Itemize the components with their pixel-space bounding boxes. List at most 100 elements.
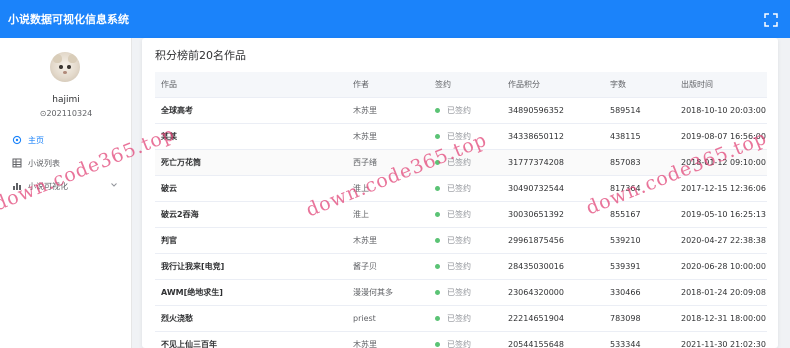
table-row[interactable]: 烈火浇愁 priest 已签约 22214651904 783098 2018-… [155, 306, 767, 332]
user-id: ⊙202110324 [39, 109, 93, 118]
novel-title: 死亡万花筒 [161, 158, 201, 167]
publish-time: 2018-12-31 18:00:00 [681, 314, 766, 323]
publish-time: 2019-08-07 16:56:00 [681, 132, 766, 141]
publish-time: 2021-11-30 21:02:30 [681, 340, 766, 348]
sign-status: 已签约 [435, 332, 505, 348]
sidebar-item-label: 主页 [28, 136, 44, 145]
publish-time: 2017-12-15 12:36:06 [681, 184, 766, 193]
novel-author: 酱子贝 [353, 262, 377, 271]
novel-score: 34338650112 [508, 132, 564, 141]
novel-words: 783098 [610, 314, 641, 323]
table-row[interactable]: 不见上仙三百年 木苏里 已签约 20544155648 533344 2021-… [155, 332, 767, 348]
sidebar-item-novel-viz[interactable]: 小说可视化 [0, 176, 132, 196]
novel-score: 23064320000 [508, 288, 564, 297]
novel-score: 22214651904 [508, 314, 564, 323]
status-dot-icon [435, 133, 440, 139]
novel-score: 30030651392 [508, 210, 564, 219]
column-header-sign[interactable]: 签约 [435, 72, 505, 98]
sign-status: 已签约 [435, 176, 505, 202]
novel-words: 438115 [610, 132, 641, 141]
table-row[interactable]: 我行让我来[电竞] 酱子贝 已签约 28435030016 539391 202… [155, 254, 767, 280]
novel-score: 31777374208 [508, 158, 564, 167]
novel-title: 全球高考 [161, 106, 193, 115]
column-header-title[interactable]: 作品 [161, 72, 346, 98]
novel-words: 589514 [610, 106, 641, 115]
novel-author: priest [353, 314, 376, 323]
table-row[interactable]: 全球高考 木苏里 已签约 34890596352 589514 2018-10-… [155, 98, 767, 124]
status-dot-icon [435, 237, 440, 243]
table-row[interactable]: 破云2吞海 淮上 已签约 30030651392 855167 2019-05-… [155, 202, 767, 228]
app-title: 小说数据可视化信息系统 [8, 13, 129, 26]
publish-time: 2020-06-28 10:00:00 [681, 262, 766, 271]
sign-status: 已签约 [435, 98, 505, 124]
avatar[interactable] [50, 52, 80, 82]
sidebar-item-label: 小说列表 [28, 159, 60, 168]
novel-author: 木苏里 [353, 132, 377, 141]
table-header-row: 作品 作者 签约 作品积分 字数 出版时间 [155, 72, 767, 98]
novel-title: 破云2吞海 [161, 210, 199, 219]
novel-score: 34890596352 [508, 106, 564, 115]
novel-author: 西子绪 [353, 158, 377, 167]
novel-title: AWM[绝地求生] [161, 288, 223, 297]
status-dot-icon [435, 185, 440, 191]
sign-status: 已签约 [435, 254, 505, 280]
novel-score: 29961875456 [508, 236, 564, 245]
column-header-time[interactable]: 出版时间 [681, 72, 769, 98]
novel-title: 我行让我来[电竞] [161, 262, 225, 271]
column-header-author[interactable]: 作者 [353, 72, 433, 98]
table-row[interactable]: 死亡万花筒 西子绪 已签约 31777374208 857083 2018-01… [155, 150, 767, 176]
grid-list-icon [12, 158, 22, 168]
sidebar-item-label: 小说可视化 [28, 182, 68, 191]
novel-score: 20544155648 [508, 340, 564, 348]
novel-author: 淮上 [353, 184, 369, 193]
ranking-table: 作品 作者 签约 作品积分 字数 出版时间 全球高考 木苏里 已签约 34890… [155, 72, 767, 348]
status-dot-icon [435, 211, 440, 217]
sidebar-item-novel-list[interactable]: 小说列表 [0, 153, 132, 173]
publish-time: 2018-01-12 09:10:00 [681, 158, 766, 167]
column-header-score[interactable]: 作品积分 [508, 72, 604, 98]
novel-words: 330466 [610, 288, 641, 297]
novel-score: 28435030016 [508, 262, 564, 271]
novel-author: 木苏里 [353, 340, 377, 348]
novel-title: 某某 [161, 132, 177, 141]
status-dot-icon [435, 263, 440, 269]
publish-time: 2018-10-10 20:03:00 [681, 106, 766, 115]
sign-status: 已签约 [435, 202, 505, 228]
novel-score: 30490732544 [508, 184, 564, 193]
sidebar: hajimi ⊙202110324 主页 小说列表 小说可视化 [0, 38, 132, 348]
sign-status: 已签约 [435, 124, 505, 150]
top-header: 小说数据可视化信息系统 [0, 0, 790, 38]
novel-title: 判官 [161, 236, 177, 245]
ranking-card: 积分榜前20名作品 作品 作者 签约 作品积分 字数 出版时间 全球高考 木苏里… [142, 38, 778, 348]
novel-title: 不见上仙三百年 [161, 340, 217, 348]
status-dot-icon [435, 159, 440, 165]
publish-time: 2020-04-27 22:38:38 [681, 236, 766, 245]
fullscreen-icon[interactable] [764, 12, 778, 27]
card-title: 积分榜前20名作品 [155, 49, 246, 62]
publish-time: 2018-01-24 20:09:08 [681, 288, 766, 297]
novel-title: 破云 [161, 184, 177, 193]
novel-words: 539391 [610, 262, 641, 271]
status-dot-icon [435, 289, 440, 295]
sign-status: 已签约 [435, 228, 505, 254]
column-header-words[interactable]: 字数 [610, 72, 676, 98]
novel-title: 烈火浇愁 [161, 314, 193, 323]
novel-words: 539210 [610, 236, 641, 245]
table-row[interactable]: 某某 木苏里 已签约 34338650112 438115 2019-08-07… [155, 124, 767, 150]
status-dot-icon [435, 315, 440, 321]
novel-words: 533344 [610, 340, 641, 348]
table-row[interactable]: 破云 淮上 已签约 30490732544 817364 2017-12-15 … [155, 176, 767, 202]
novel-author: 木苏里 [353, 106, 377, 115]
sign-status: 已签约 [435, 280, 505, 306]
bar-chart-icon [12, 181, 22, 191]
home-icon [12, 135, 22, 145]
sign-status: 已签约 [435, 150, 505, 176]
sidebar-item-home[interactable]: 主页 [0, 130, 132, 150]
novel-author: 木苏里 [353, 236, 377, 245]
table-row[interactable]: AWM[绝地求生] 漫漫何其多 已签约 23064320000 330466 2… [155, 280, 767, 306]
novel-author: 淮上 [353, 210, 369, 219]
status-dot-icon [435, 107, 440, 113]
novel-words: 817364 [610, 184, 641, 193]
table-row[interactable]: 判官 木苏里 已签约 29961875456 539210 2020-04-27… [155, 228, 767, 254]
publish-time: 2019-05-10 16:25:13 [681, 210, 766, 219]
